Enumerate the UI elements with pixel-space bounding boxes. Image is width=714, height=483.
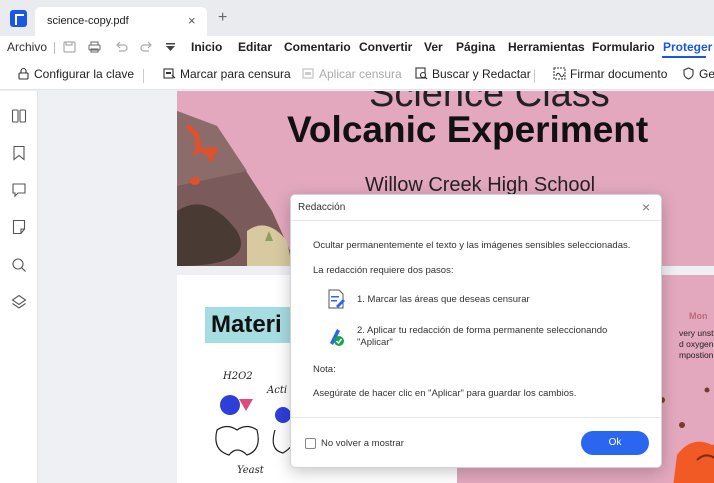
menu-divider <box>54 42 55 54</box>
active-menu-indicator <box>662 56 706 58</box>
menu-inicio[interactable]: Inicio <box>191 40 222 54</box>
menu-convertir[interactable]: Convertir <box>359 40 412 54</box>
tab-title: science-copy.pdf <box>47 15 129 27</box>
note-label: Nota: <box>313 364 336 375</box>
app-logo-icon[interactable] <box>10 10 27 27</box>
signature-icon <box>553 67 566 80</box>
quick-access-dropdown-icon[interactable] <box>164 41 177 53</box>
lock-icon <box>18 67 29 80</box>
document-title: Volcanic Experiment <box>287 109 649 150</box>
print-icon[interactable] <box>88 41 101 53</box>
activator-label: Acti <box>267 385 288 396</box>
step-1-text: 1. Marcar las áreas que deseas censurar <box>357 294 530 305</box>
step-2-line-1: 2. Aplicar tu redacción de forma permane… <box>357 325 608 336</box>
search-redact-label: Buscar y Redactar <box>432 67 531 81</box>
redo-icon[interactable] <box>140 41 153 53</box>
dialog-footer-divider <box>291 417 661 418</box>
protect-toolbar: Configurar la clave Marcar para censura … <box>0 60 714 90</box>
shield-icon <box>683 67 694 80</box>
dont-show-again-checkbox[interactable] <box>305 438 316 449</box>
toolbar-divider <box>534 69 535 83</box>
mark-areas-icon <box>328 289 345 309</box>
step-2-text: 2. Aplicar tu redacción de forma permane… <box>357 325 607 349</box>
more-protect-label: Ge <box>699 67 714 81</box>
save-icon[interactable] <box>63 41 76 53</box>
menu-ver[interactable]: Ver <box>424 40 443 54</box>
new-tab-icon[interactable]: + <box>218 9 227 27</box>
undo-icon[interactable] <box>115 41 128 53</box>
search-icon[interactable] <box>11 257 27 273</box>
sign-document-button[interactable]: Firmar documento <box>553 67 667 81</box>
mark-redaction-icon <box>163 68 176 79</box>
right-text-line: very unstable <box>679 328 714 338</box>
bookmark-icon[interactable] <box>11 145 27 161</box>
toolbar-divider <box>143 69 144 83</box>
mark-redaction-button[interactable]: Marcar para censura <box>163 67 291 81</box>
menu-editar[interactable]: Editar <box>238 40 272 54</box>
sign-document-label: Firmar documento <box>570 67 668 81</box>
search-redact-icon <box>415 67 428 80</box>
tab-close-icon[interactable]: × <box>188 13 196 28</box>
right-text-line: mpostion is <box>679 350 714 360</box>
set-password-label: Configurar la clave <box>34 67 135 81</box>
apply-redaction-label: Aplicar censura <box>319 67 402 81</box>
attachments-icon[interactable] <box>11 219 27 235</box>
search-redact-button[interactable]: Buscar y Redactar <box>415 67 531 81</box>
menu-archivo[interactable]: Archivo <box>7 40 47 54</box>
thumbnails-icon[interactable] <box>11 108 27 124</box>
ok-button[interactable]: Ok <box>581 431 649 455</box>
apply-redaction-button[interactable]: Aplicar censura <box>302 67 402 81</box>
materials-heading: Materi <box>211 311 282 338</box>
right-column-text: very unstable d oxygen gas mpostion is <box>679 328 714 361</box>
document-tab[interactable]: science-copy.pdf × <box>35 7 207 36</box>
step-2-line-2: "Aplicar" <box>357 337 393 348</box>
dialog-header: Redacción × <box>291 195 661 221</box>
apply-redaction-step-icon <box>330 329 344 346</box>
more-protect-button[interactable]: Ge <box>682 67 714 81</box>
menu-proteger[interactable]: Proteger <box>663 40 712 54</box>
apply-redaction-icon <box>302 68 314 79</box>
tab-bar: science-copy.pdf × + <box>0 0 714 36</box>
dialog-two-steps: La redacción requiere dos pasos: <box>313 265 454 276</box>
layers-icon[interactable] <box>11 294 27 310</box>
h2o2-label: H2O2 <box>223 371 253 382</box>
menu-bar: Archivo Inicio Editar Comentario Convert… <box>0 36 714 60</box>
dont-show-again-label[interactable]: No volver a mostrar <box>321 438 404 449</box>
menu-formulario[interactable]: Formulario <box>592 40 655 54</box>
menu-pagina[interactable]: Página <box>456 40 495 54</box>
redaction-dialog: Redacción × Ocultar permanentemente el t… <box>290 194 662 468</box>
left-sidebar <box>0 91 38 483</box>
yeast-label: Yeast <box>237 465 264 476</box>
mark-redaction-label: Marcar para censura <box>180 67 291 81</box>
dialog-title: Redacción <box>298 202 346 213</box>
right-text-line: d oxygen gas <box>679 339 714 349</box>
set-password-button[interactable]: Configurar la clave <box>17 67 134 81</box>
comments-icon[interactable] <box>11 182 27 198</box>
note-text: Asegúrate de hacer clic en "Aplicar" par… <box>313 388 577 399</box>
menu-comentario[interactable]: Comentario <box>284 40 351 54</box>
menu-herramientas[interactable]: Herramientas <box>508 40 585 54</box>
dialog-intro: Ocultar permanentemente el texto y las i… <box>313 240 631 251</box>
dialog-close-icon[interactable]: × <box>642 199 650 215</box>
right-column-heading: Mon <box>689 311 708 321</box>
